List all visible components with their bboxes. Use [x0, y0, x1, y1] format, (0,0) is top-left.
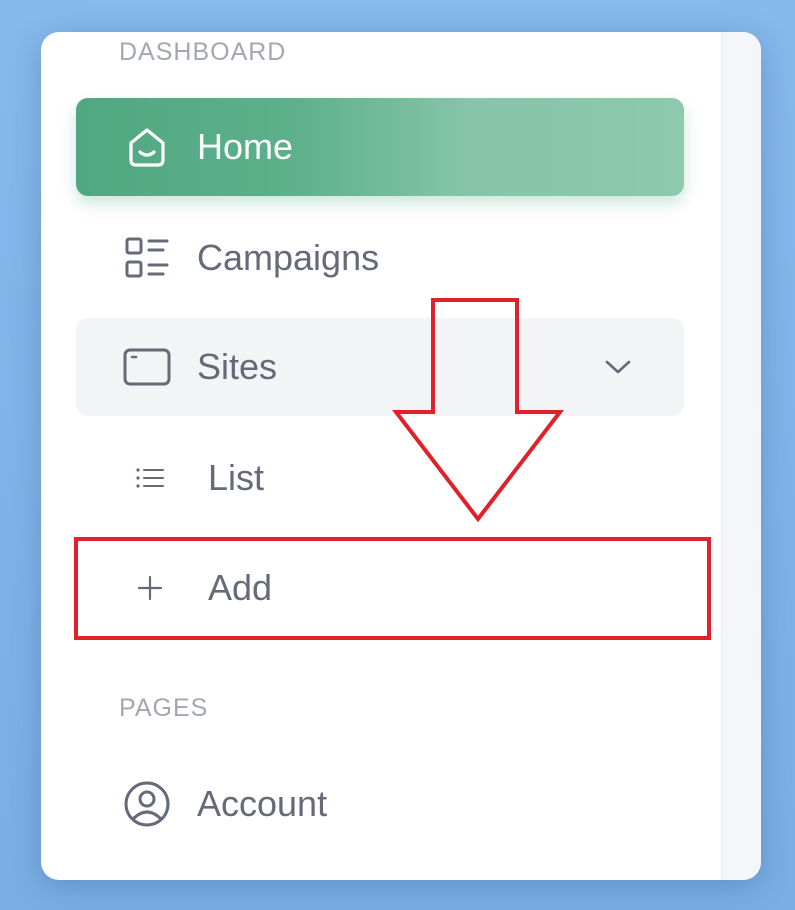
chevron-down-icon[interactable] — [602, 351, 634, 383]
section-label-pages: PAGES — [119, 694, 209, 722]
submenu-item-label: Add — [208, 567, 273, 608]
plus-icon — [134, 572, 166, 604]
sidebar-item-sites[interactable]: Sites — [76, 318, 684, 416]
submenu-item-label: List — [208, 457, 265, 498]
submenu-item-list[interactable]: List — [76, 429, 684, 527]
sidebar-item-label: Sites — [197, 346, 278, 387]
content-panel-edge — [721, 32, 761, 880]
section-label-dashboard: DASHBOARD — [119, 38, 287, 66]
sidebar-window: DASHBOARD Home Campaigns Sites List Add … — [41, 32, 761, 880]
sidebar-item-label: Campaigns — [197, 237, 380, 278]
campaigns-grid-icon — [121, 232, 173, 284]
submenu-item-add[interactable]: Add — [76, 539, 684, 637]
list-icon — [134, 462, 166, 494]
home-icon — [121, 121, 173, 173]
user-circle-icon — [121, 778, 173, 830]
sidebar-item-account[interactable]: Account — [76, 755, 684, 853]
sidebar-item-campaigns[interactable]: Campaigns — [76, 209, 684, 307]
browser-window-icon — [121, 341, 173, 393]
sidebar-item-label: Account — [197, 783, 328, 824]
sidebar-item-home[interactable]: Home — [76, 98, 684, 196]
sidebar-item-label: Home — [197, 126, 294, 167]
